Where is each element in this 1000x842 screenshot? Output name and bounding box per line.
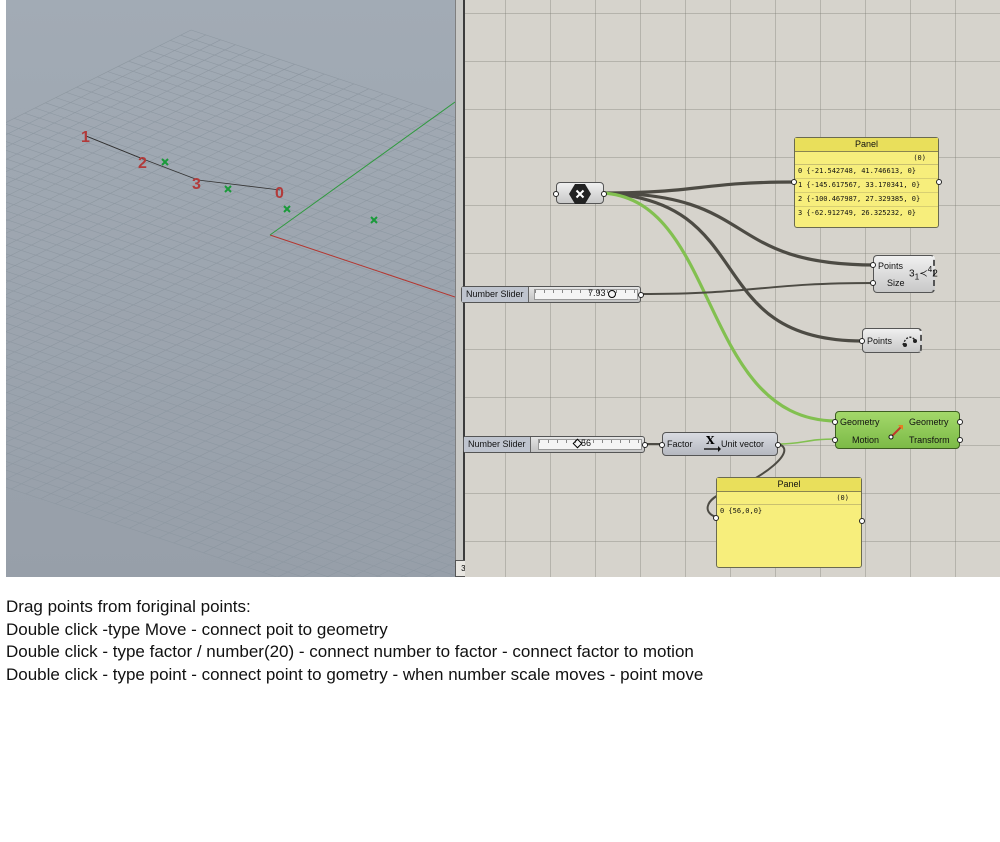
point-list-icon: 31≺42: [909, 264, 938, 282]
points-input-label: Points: [878, 261, 904, 271]
slider-name: Number Slider: [464, 437, 531, 452]
point-polyline-start: [85, 135, 144, 160]
point-list-component[interactable]: Points Size 31≺42: [870, 255, 938, 293]
slider-track[interactable]: [534, 289, 638, 300]
slider-knob[interactable]: [608, 289, 617, 298]
size-input-label: Size: [887, 278, 905, 288]
panel-title: Panel: [795, 138, 938, 152]
panel-row: 0 {56,0,0}: [720, 507, 763, 515]
svg-text:X: X: [706, 434, 715, 447]
instruction-line: Double click - type factor / number(20) …: [6, 642, 694, 661]
unit-x-component[interactable]: Factor X Unit vector: [659, 432, 781, 457]
point-param-icon: [901, 333, 919, 352]
panel-count: (0): [795, 152, 938, 165]
moved-point: [370, 216, 378, 224]
moved-point: [283, 205, 291, 213]
number-slider-1[interactable]: Number Slider 7.93: [461, 286, 644, 303]
geometry-output-label: Geometry: [909, 417, 949, 427]
panel-top[interactable]: Panel (0) 0 {-21.542748, 41.746613, 0} 1…: [791, 137, 942, 228]
points-param-label: Points: [867, 336, 893, 346]
panel-bottom[interactable]: Panel (0) 0 {56,0,0}: [713, 477, 865, 568]
instruction-line: Drag points from foriginal points:: [6, 597, 251, 616]
point-label-1: 1: [81, 129, 90, 146]
point-parameter[interactable]: [553, 182, 607, 204]
geometry-input-label: Geometry: [840, 417, 880, 427]
instruction-line: Double click -type Move - connect poit t…: [6, 619, 388, 639]
panel-title: Panel: [717, 478, 861, 492]
moved-point: [224, 185, 232, 193]
transform-output-label: Transform: [909, 435, 950, 445]
point-label-2: 2: [138, 155, 147, 172]
slider-value: 56: [572, 438, 591, 449]
point-label-0: 0: [275, 185, 284, 202]
viewport-grid: 1 2 3 0: [6, 29, 455, 577]
motion-input-label: Motion: [852, 435, 880, 445]
move-component[interactable]: Geometry Motion Geometry Transform: [832, 411, 963, 449]
unit-vector-output-label: Unit vector: [721, 439, 765, 449]
panel-row: 3 {-62.912749, 26.325232, 0}: [798, 209, 917, 217]
panel-row: 0 {-21.542748, 41.746613, 0}: [795, 165, 938, 179]
slider-name: Number Slider: [462, 287, 529, 302]
point-label-3: 3: [192, 176, 201, 193]
unit-x-vector-icon: X: [701, 434, 721, 457]
panel-count: (0): [717, 492, 861, 505]
point-param-hex-icon: [569, 184, 591, 204]
points-param-component[interactable]: Points: [859, 328, 922, 353]
move-arrow-icon: [888, 422, 906, 443]
number-slider-2[interactable]: Number Slider 56: [463, 436, 648, 453]
instructions-text: Drag points from foriginal points: Doubl…: [6, 596, 996, 686]
rhino-viewport[interactable]: 1 2 3 0: [6, 0, 455, 577]
factor-input-label: Factor: [667, 439, 693, 449]
panel-row: 1 {-145.617567, 33.170341, 0}: [795, 179, 938, 193]
instruction-line: Double click - type point - connect poin…: [6, 664, 704, 684]
panel-row: 2 {-100.467987, 27.329385, 0}: [795, 193, 938, 207]
slider-value: 7.93: [588, 288, 617, 298]
